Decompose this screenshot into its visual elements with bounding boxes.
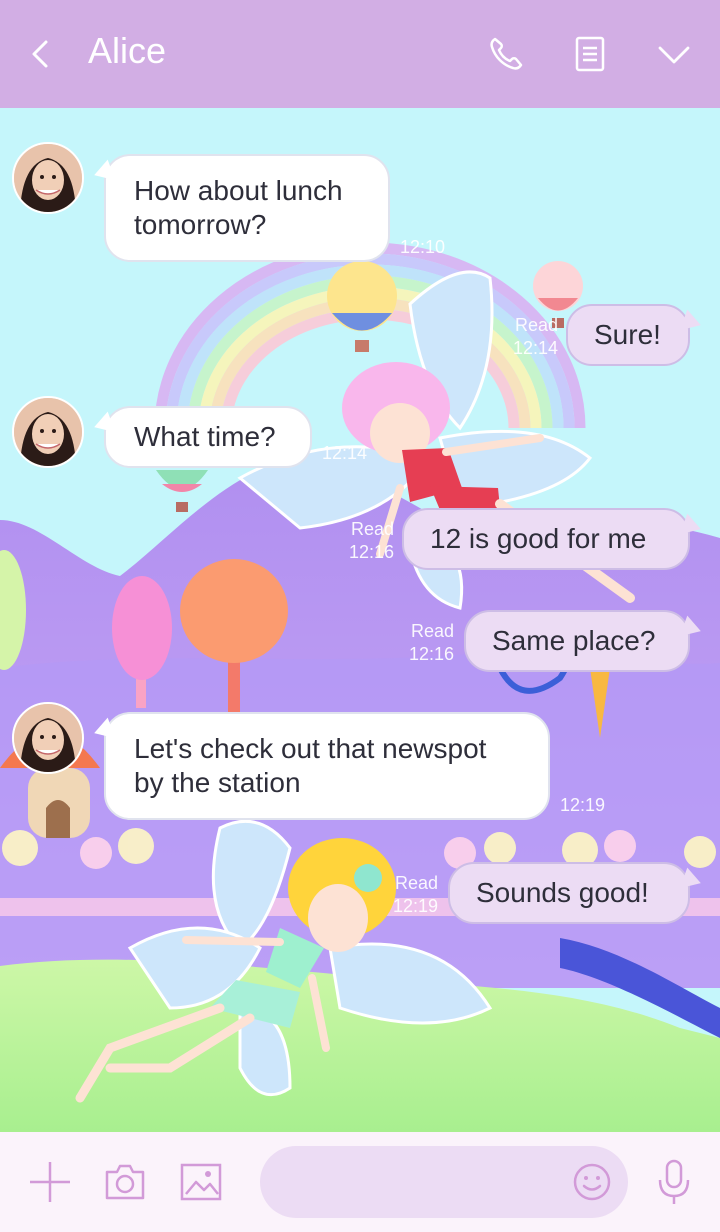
message-time: 12:19 (392, 896, 438, 916)
message-bubble-incoming[interactable]: What time? (104, 406, 312, 468)
message-time: 12:16 (348, 542, 394, 562)
read-receipt: Read (410, 621, 454, 641)
contact-avatar[interactable] (12, 142, 84, 214)
phone-icon[interactable] (486, 34, 526, 74)
message-bubble-outgoing[interactable]: Sure! (566, 304, 690, 366)
message-bubble-outgoing[interactable]: Sounds good! (448, 862, 690, 924)
message-time: 12:10 (400, 237, 446, 257)
message-time: 12:16 (408, 644, 454, 664)
contact-name: Alice (88, 30, 167, 71)
message-bubble-outgoing[interactable]: Same place? (464, 610, 690, 672)
message-time: 12:14 (322, 443, 368, 463)
message-bubble-incoming[interactable]: How about lunch tomorrow? (104, 154, 390, 262)
contact-avatar[interactable] (12, 396, 84, 468)
chevron-down-icon[interactable] (654, 34, 694, 74)
smiley-icon[interactable] (572, 1162, 612, 1202)
camera-icon[interactable] (104, 1162, 146, 1207)
message-bubble-incoming[interactable]: Let's check out that newspot by the stat… (104, 712, 550, 820)
read-receipt: Read (350, 519, 394, 539)
contact-avatar[interactable] (12, 702, 84, 774)
message-time: 12:19 (560, 795, 606, 815)
message-composer (0, 1132, 720, 1232)
image-icon[interactable] (180, 1162, 222, 1207)
read-receipt: Read (394, 873, 438, 893)
chat-screen: Alice How about lunch tomorrow? 12:10 Re… (0, 0, 720, 1232)
plus-icon[interactable] (28, 1160, 72, 1209)
message-time: 12:14 (512, 338, 558, 358)
chat-header: Alice (0, 0, 720, 108)
notes-icon[interactable] (570, 34, 610, 74)
back-chevron-icon[interactable] (24, 32, 64, 76)
message-bubble-outgoing[interactable]: 12 is good for me (402, 508, 690, 570)
read-receipt: Read (514, 315, 558, 335)
microphone-icon[interactable] (654, 1158, 694, 1206)
